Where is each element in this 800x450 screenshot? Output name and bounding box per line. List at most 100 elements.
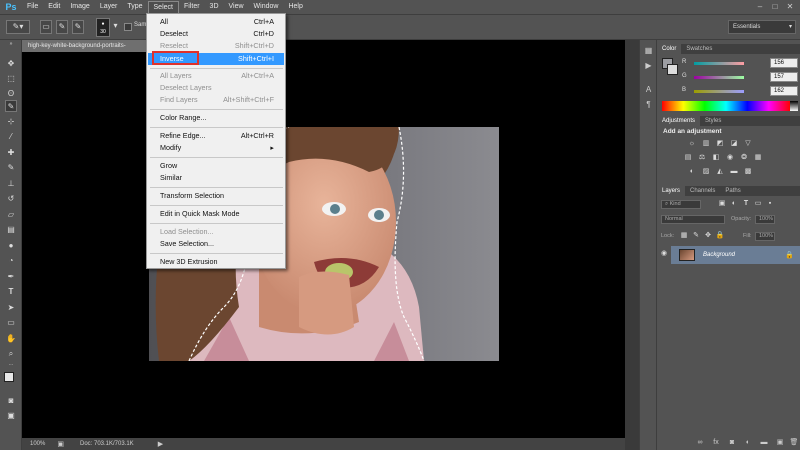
vibrance-icon[interactable]: ▽	[743, 140, 753, 148]
more-tools-icon[interactable]: ···	[5, 363, 17, 368]
menu-item-refine-edge[interactable]: Refine Edge... Alt+Ctrl+R	[148, 130, 284, 142]
zoom-level[interactable]: 100%	[30, 441, 45, 447]
invert-icon[interactable]: ◐	[687, 168, 697, 176]
menu-image[interactable]: Image	[65, 0, 94, 14]
crop-tool-icon[interactable]: ⊹	[5, 116, 17, 128]
blue-slider[interactable]	[694, 90, 744, 93]
status-menu-arrow-icon[interactable]: ▶	[158, 440, 163, 448]
trash-icon[interactable]: 🗑	[789, 438, 799, 447]
menu-file[interactable]: File	[22, 0, 43, 14]
document-tab[interactable]: high-key-white-background-portraits-	[22, 40, 147, 52]
lock-position-icon[interactable]: ✥	[703, 232, 713, 240]
menu-item-modify[interactable]: Modify ▸	[148, 142, 284, 154]
menu-type[interactable]: Type	[122, 0, 147, 14]
collapse-toolbox-icon[interactable]: »	[5, 42, 17, 47]
brush-size-picker[interactable]: ● 30	[96, 18, 110, 37]
pen-tool-icon[interactable]: ✒	[5, 271, 17, 283]
brightness-contrast-icon[interactable]: ☼	[687, 140, 697, 148]
export-icon[interactable]: ▣	[57, 440, 64, 448]
lock-image-icon[interactable]: ✎	[691, 232, 701, 240]
menu-item-all-layers[interactable]: All Layers Alt+Ctrl+A	[148, 70, 284, 82]
filter-shape-icon[interactable]: ▭	[753, 200, 763, 208]
black-white-icon[interactable]: ◧	[711, 154, 721, 162]
filter-smart-object-icon[interactable]: ▪	[765, 200, 775, 208]
paragraph-panel-icon[interactable]: ¶	[643, 99, 654, 110]
visibility-eye-icon[interactable]: ◉	[661, 249, 667, 257]
new-selection-icon[interactable]: ▭	[40, 20, 52, 34]
menu-item-load-selection[interactable]: Load Selection...	[148, 226, 284, 238]
history-brush-tool-icon[interactable]: ↺	[5, 193, 17, 205]
add-to-selection-icon[interactable]: ✎	[56, 20, 68, 34]
posterize-icon[interactable]: ▨	[701, 168, 711, 176]
tab-paths[interactable]: Paths	[720, 186, 745, 196]
character-panel-icon[interactable]: A	[643, 84, 654, 95]
tab-color[interactable]: Color	[657, 44, 682, 54]
lock-all-icon[interactable]: 🔒	[715, 232, 725, 240]
exposure-icon[interactable]: ◪	[729, 140, 739, 148]
brush-tool-preset-icon[interactable]: ✎▾	[6, 20, 30, 34]
quick-selection-tool-icon[interactable]: ✎	[5, 100, 17, 112]
blue-value-field[interactable]: 162	[770, 86, 798, 96]
photo-filter-icon[interactable]: ◉	[725, 154, 735, 162]
opacity-field[interactable]: 100%	[755, 215, 775, 224]
menu-help[interactable]: Help	[283, 0, 307, 14]
menu-window[interactable]: Window	[249, 0, 284, 14]
subtract-from-selection-icon[interactable]: ✎	[72, 20, 84, 34]
move-tool-icon[interactable]: ✥	[5, 58, 17, 70]
zoom-tool-icon[interactable]: ⌕	[5, 348, 17, 360]
selective-color-icon[interactable]: ▩	[743, 168, 753, 176]
new-layer-icon[interactable]: ▣	[775, 438, 785, 447]
green-value-field[interactable]: 157	[770, 72, 798, 82]
eyedropper-tool-icon[interactable]: ⁄	[5, 131, 17, 143]
history-panel-icon[interactable]: ▦	[643, 45, 654, 56]
healing-brush-tool-icon[interactable]: ✚	[5, 147, 17, 159]
menu-item-deselect-layers[interactable]: Deselect Layers	[148, 82, 284, 94]
menu-item-new-3d-extrusion[interactable]: New 3D Extrusion	[148, 256, 284, 268]
fill-field[interactable]: 100%	[755, 232, 775, 241]
tab-swatches[interactable]: Swatches	[681, 44, 717, 54]
menu-item-similar[interactable]: Similar	[148, 172, 284, 184]
filter-pixel-icon[interactable]: ▣	[717, 200, 727, 208]
threshold-icon[interactable]: ◭	[715, 168, 725, 176]
screen-mode-icon[interactable]: ▣	[5, 410, 17, 422]
red-slider[interactable]	[694, 62, 744, 65]
foreground-color-swatch[interactable]	[4, 372, 14, 382]
new-adjustment-layer-icon[interactable]: ◐	[743, 438, 753, 447]
minimize-button[interactable]: –	[754, 2, 766, 12]
channel-mixer-icon[interactable]: ❂	[739, 154, 749, 162]
menu-3d[interactable]: 3D	[205, 0, 224, 14]
link-layers-icon[interactable]: ∞	[695, 438, 705, 447]
lasso-tool-icon[interactable]: ʘ	[5, 88, 17, 100]
blend-mode-select[interactable]: Normal	[661, 215, 725, 224]
chevron-down-icon[interactable]: ▾	[112, 20, 119, 34]
clone-stamp-tool-icon[interactable]: ⊥	[5, 178, 17, 190]
tab-styles[interactable]: Styles	[700, 116, 726, 126]
maximize-button[interactable]: □	[769, 2, 781, 12]
levels-icon[interactable]: ▥	[701, 140, 711, 148]
layer-background-row[interactable]: Background 🔒	[671, 246, 800, 264]
menu-view[interactable]: View	[224, 0, 249, 14]
menu-item-find-layers[interactable]: Find Layers Alt+Shift+Ctrl+F	[148, 94, 284, 106]
eraser-tool-icon[interactable]: ▱	[5, 209, 17, 221]
tab-adjustments[interactable]: Adjustments	[657, 116, 701, 126]
color-spectrum-bar[interactable]	[662, 101, 790, 111]
background-color-chip[interactable]	[667, 64, 678, 75]
sample-all-layers-checkbox[interactable]	[124, 23, 132, 31]
menu-edit[interactable]: Edit	[43, 0, 65, 14]
color-lookup-icon[interactable]: ▦	[753, 154, 763, 162]
green-slider[interactable]	[694, 76, 744, 79]
new-group-icon[interactable]: ▬	[759, 438, 769, 447]
layer-style-icon[interactable]: fx	[711, 438, 721, 447]
menu-layer[interactable]: Layer	[95, 0, 123, 14]
menu-item-all[interactable]: All Ctrl+A	[148, 16, 284, 28]
tab-channels[interactable]: Channels	[685, 186, 720, 196]
gradient-map-icon[interactable]: ▬	[729, 168, 739, 176]
actions-panel-icon[interactable]: ▶	[643, 60, 654, 71]
red-value-field[interactable]: 156	[770, 58, 798, 68]
quick-mask-icon[interactable]: ◙	[5, 395, 17, 407]
filter-type-icon[interactable]: T	[741, 200, 751, 208]
close-window-button[interactable]: ✕	[784, 2, 796, 12]
menu-item-transform-selection[interactable]: Transform Selection	[148, 190, 284, 202]
menu-item-deselect[interactable]: Deselect Ctrl+D	[148, 28, 284, 40]
brush-tool-icon[interactable]: ✎	[5, 162, 17, 174]
